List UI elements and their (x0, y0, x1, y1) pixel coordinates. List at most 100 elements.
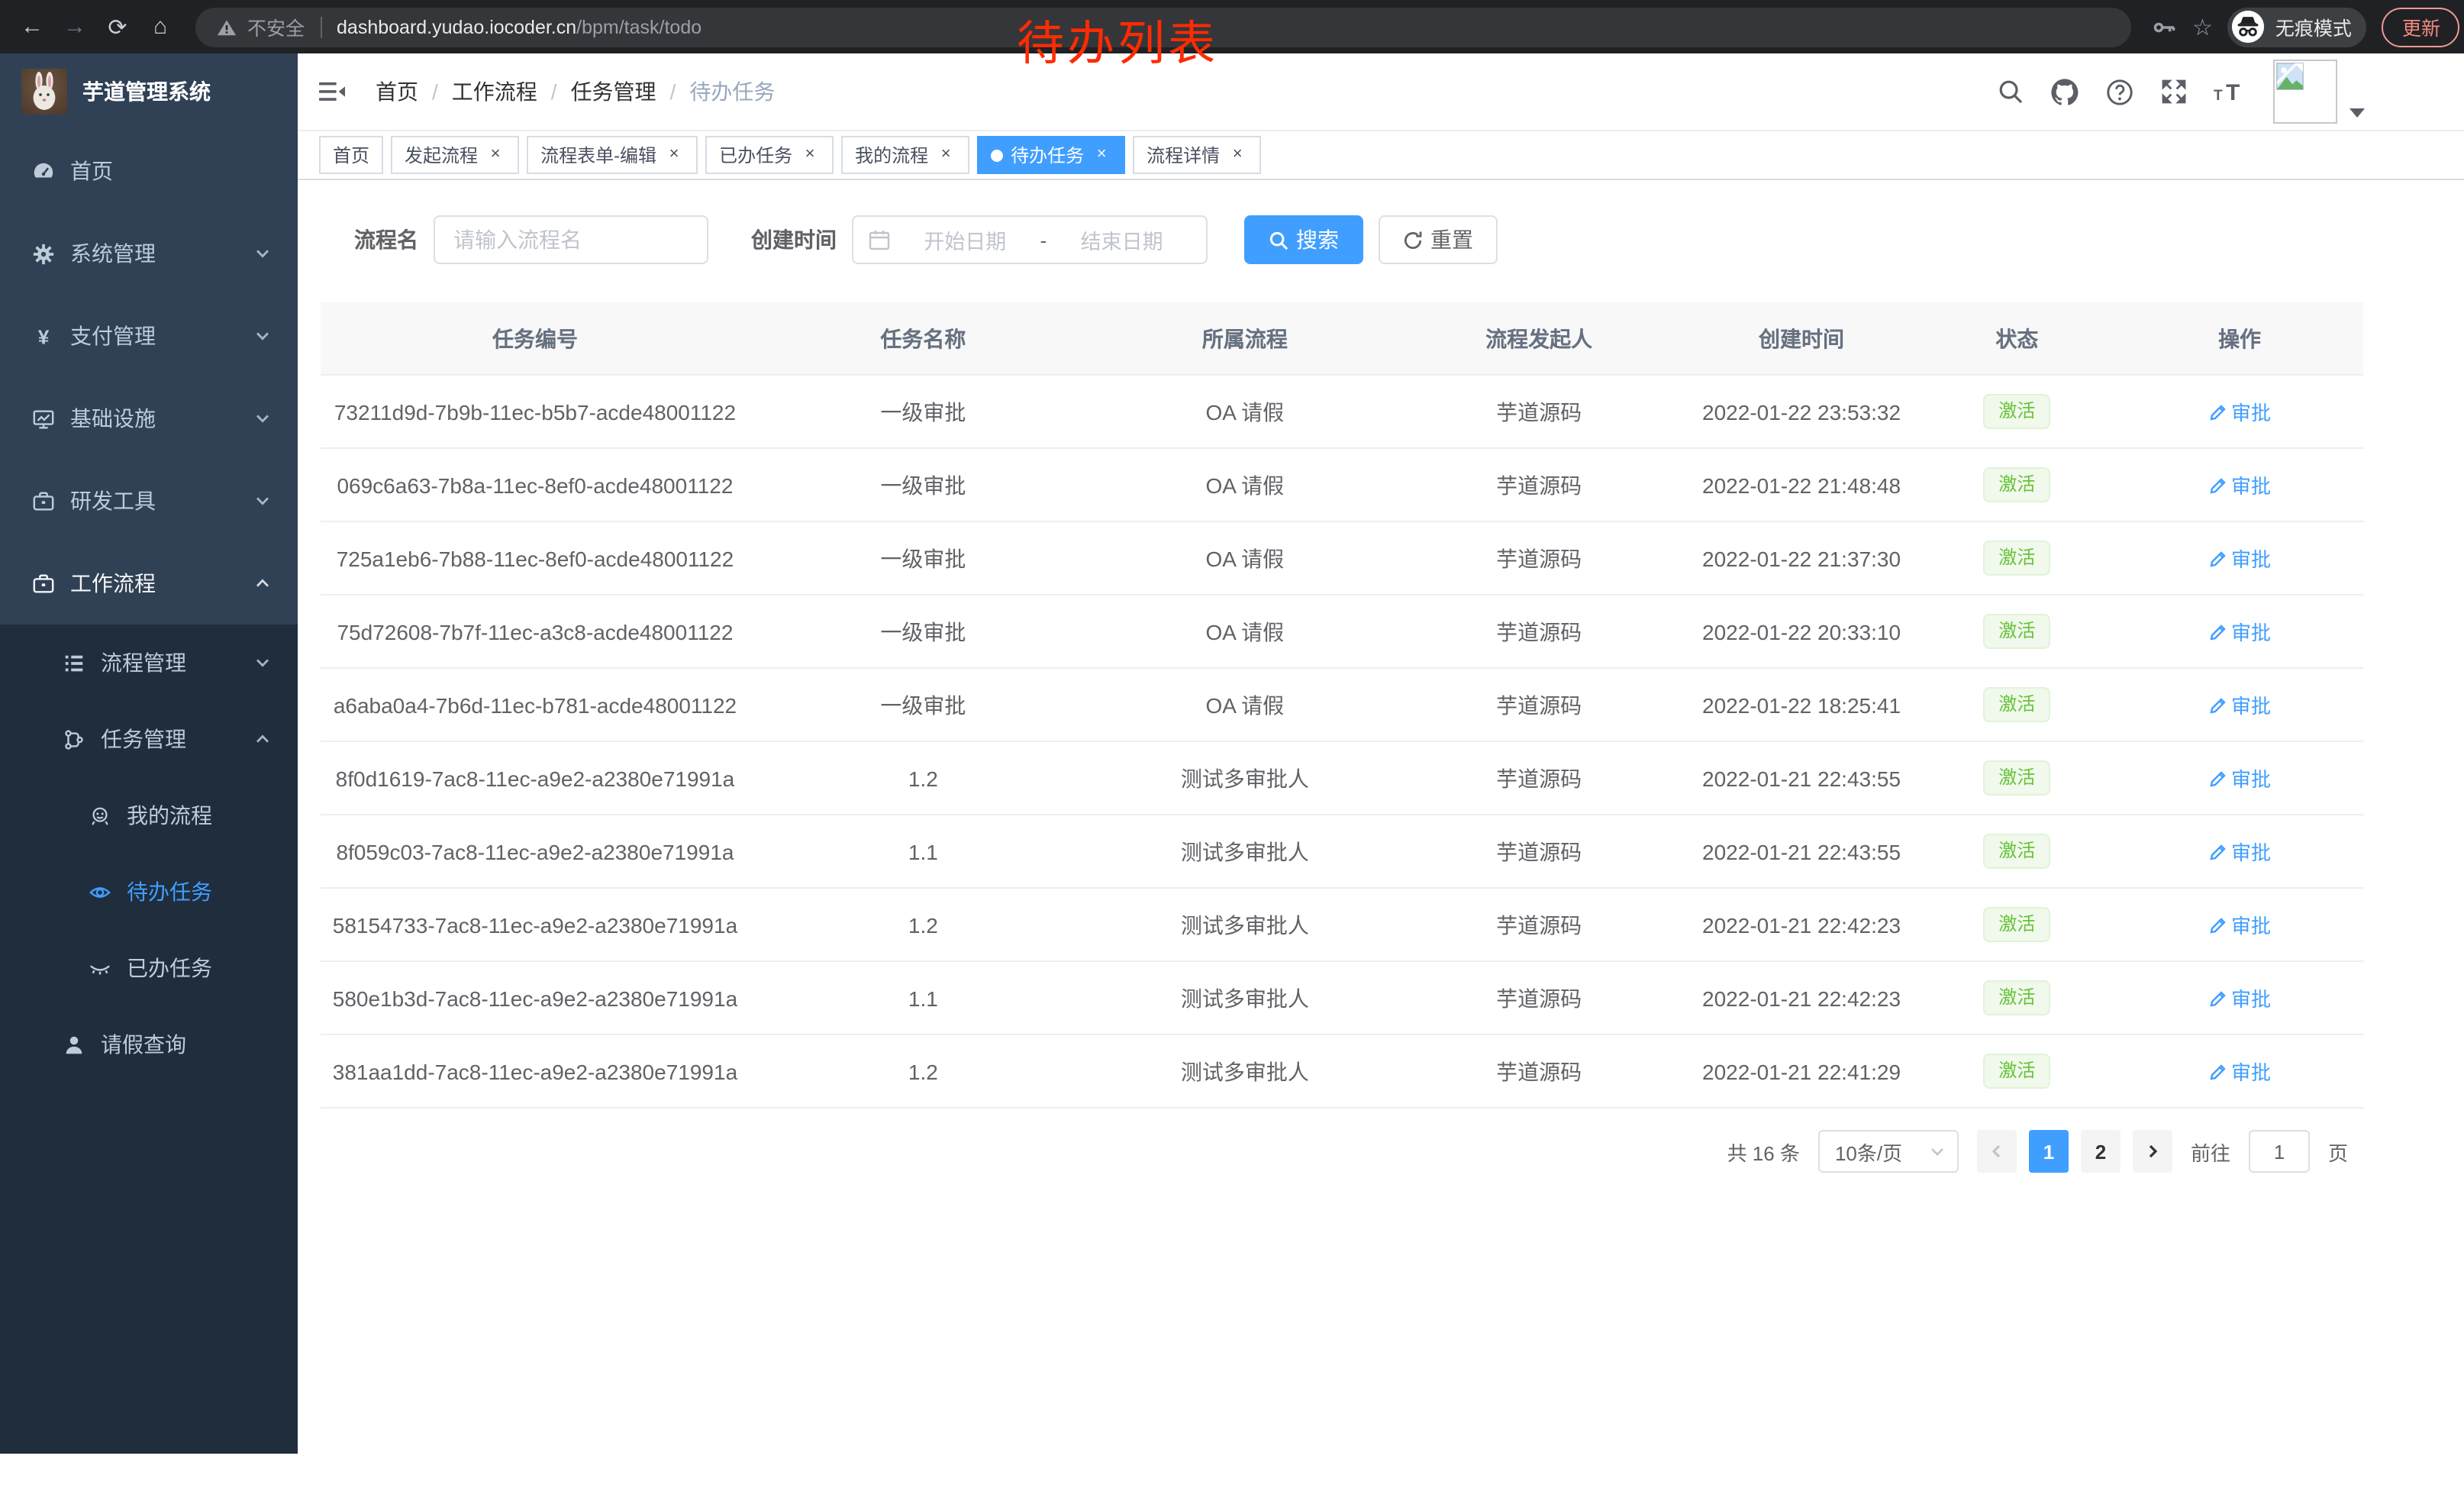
github-icon[interactable] (2050, 77, 2079, 106)
status-badge: 激活 (1983, 394, 2050, 429)
task-id-cell: 069c6a63-7b8a-11ec-8ef0-acde48001122 (321, 448, 750, 521)
tab-todo-task[interactable]: 待办任务× (977, 136, 1125, 174)
action-cell: 审批 (2116, 888, 2363, 961)
status-cell: 激活 (1918, 375, 2117, 448)
font-size-icon[interactable]: TT (2214, 79, 2247, 104)
dashboard-icon (31, 159, 55, 183)
help-icon[interactable] (2105, 77, 2134, 106)
approve-link[interactable]: 审批 (2208, 910, 2271, 939)
close-icon[interactable]: × (1092, 145, 1111, 165)
reset-button[interactable]: 重置 (1379, 215, 1498, 264)
status-badge: 激活 (1983, 907, 2050, 942)
table-row: 725a1eb6-7b88-11ec-8ef0-acde48001122一级审批… (321, 521, 2363, 595)
breadcrumb-item[interactable]: 工作流程 (452, 76, 537, 107)
sidebar-item-devtools[interactable]: 研发工具 (0, 460, 298, 542)
process-name-input[interactable] (434, 215, 708, 264)
breadcrumb-item[interactable]: 任务管理 (571, 76, 656, 107)
caret-down-icon (2350, 108, 2365, 124)
page-size-select[interactable]: 10条/页 (1818, 1130, 1959, 1173)
sidebar-item-payment[interactable]: ¥支付管理 (0, 295, 298, 377)
sidebar-item-my-process[interactable]: 我的流程 (0, 777, 298, 854)
list-icon (61, 650, 85, 675)
close-icon[interactable]: × (664, 145, 684, 165)
close-icon[interactable]: × (1227, 145, 1247, 165)
close-icon[interactable]: × (936, 145, 956, 165)
chevron-down-icon (255, 493, 270, 508)
url-path: /bpm/task/todo (576, 16, 701, 37)
sidebar-item-infra[interactable]: 基础设施 (0, 377, 298, 460)
task-name-cell: 1.2 (750, 741, 1097, 815)
breadcrumb: 首页/工作流程/任务管理/待办任务 (376, 76, 1997, 107)
sidebar-toggle-icon[interactable] (313, 75, 351, 108)
search-button[interactable]: 搜索 (1244, 215, 1363, 264)
sidebar-item-done-task[interactable]: 已办任务 (0, 930, 298, 1006)
tab-done-task[interactable]: 已办任务× (705, 136, 834, 174)
close-icon[interactable]: × (485, 145, 505, 165)
task-name-cell: 1.1 (750, 961, 1097, 1035)
action-cell: 审批 (2116, 961, 2363, 1035)
status-cell: 激活 (1918, 595, 2117, 668)
reload-icon[interactable]: ⟳ (101, 13, 134, 40)
action-cell: 审批 (2116, 521, 2363, 595)
approve-link[interactable]: 审批 (2208, 983, 2271, 1012)
edit-pencil-icon (2208, 476, 2227, 494)
status-badge: 激活 (1983, 467, 2050, 502)
tab-home[interactable]: 首页 (319, 136, 383, 174)
start-date-placeholder: 开始日期 (896, 224, 1034, 255)
sidebar-item-process-mgmt[interactable]: 流程管理 (0, 625, 298, 701)
tab-my-process[interactable]: 我的流程× (841, 136, 969, 174)
back-icon[interactable]: ← (15, 14, 49, 40)
sidebar-item-label: 我的流程 (127, 800, 298, 831)
bookmark-star-icon[interactable]: ☆ (2192, 13, 2213, 40)
page-number-2[interactable]: 2 (2081, 1130, 2121, 1173)
process-cell: 测试多审批人 (1097, 815, 1393, 888)
chevron-down-icon (255, 246, 270, 261)
page-number-1[interactable]: 1 (2029, 1130, 2069, 1173)
home-icon[interactable]: ⌂ (144, 14, 177, 40)
breadcrumb-item: 待办任务 (689, 76, 775, 107)
approve-link[interactable]: 审批 (2208, 470, 2271, 499)
user-avatar[interactable] (2273, 60, 2365, 124)
date-range-picker[interactable]: 开始日期 - 结束日期 (852, 215, 1208, 264)
sidebar-item-workflow[interactable]: 工作流程 (0, 542, 298, 625)
approve-link[interactable]: 审批 (2208, 617, 2271, 646)
fullscreen-icon[interactable] (2160, 78, 2188, 105)
status-cell: 激活 (1918, 668, 2117, 741)
approve-link[interactable]: 审批 (2208, 544, 2271, 573)
approve-link[interactable]: 审批 (2208, 397, 2271, 426)
tab-start-process[interactable]: 发起流程× (391, 136, 519, 174)
app-logo[interactable]: 芋道管理系统 (0, 53, 298, 130)
close-icon[interactable]: × (800, 145, 820, 165)
status-badge: 激活 (1983, 614, 2050, 649)
tab-form-edit[interactable]: 流程表单-编辑× (527, 136, 698, 174)
created-at-cell: 2022-01-21 22:41:29 (1685, 1035, 1918, 1108)
sidebar-item-todo-task[interactable]: 待办任务 (0, 854, 298, 930)
prev-page-button[interactable] (1977, 1130, 2017, 1173)
breadcrumb-item[interactable]: 首页 (376, 76, 418, 107)
tab-process-detail[interactable]: 流程详情× (1133, 136, 1261, 174)
url-bar[interactable]: 不安全 dashboard.yudao.iocoder.cn/bpm/task/… (195, 7, 2131, 47)
status-cell: 激活 (1918, 448, 2117, 521)
approve-link[interactable]: 审批 (2208, 690, 2271, 719)
sidebar-item-task-mgmt[interactable]: 任务管理 (0, 701, 298, 777)
process-cell: 测试多审批人 (1097, 741, 1393, 815)
next-page-button[interactable] (2133, 1130, 2172, 1173)
process-name-label: 流程名 (354, 224, 418, 255)
sidebar-item-leave-query[interactable]: 请假查询 (0, 1006, 298, 1083)
sidebar-item-system[interactable]: 系统管理 (0, 212, 298, 295)
sidebar-item-label: 待办任务 (127, 876, 298, 907)
update-button[interactable]: 更新 (2382, 7, 2460, 47)
end-date-placeholder: 结束日期 (1053, 224, 1191, 255)
approve-link[interactable]: 审批 (2208, 1057, 2271, 1086)
key-icon[interactable] (2153, 15, 2177, 39)
task-id-cell: 580e1b3d-7ac8-11ec-a9e2-a2380e71991a (321, 961, 750, 1035)
column-header: 状态 (1918, 302, 2117, 375)
sidebar-item-home[interactable]: 首页 (0, 130, 298, 212)
search-icon[interactable] (1997, 78, 2024, 105)
sidebar-item-label: 系统管理 (70, 238, 255, 269)
approve-link[interactable]: 审批 (2208, 763, 2271, 792)
approve-link[interactable]: 审批 (2208, 837, 2271, 866)
table-row: 73211d9d-7b9b-11ec-b5b7-acde48001122一级审批… (321, 375, 2363, 448)
forward-icon[interactable]: → (58, 14, 92, 40)
goto-page-input[interactable] (2249, 1130, 2310, 1173)
